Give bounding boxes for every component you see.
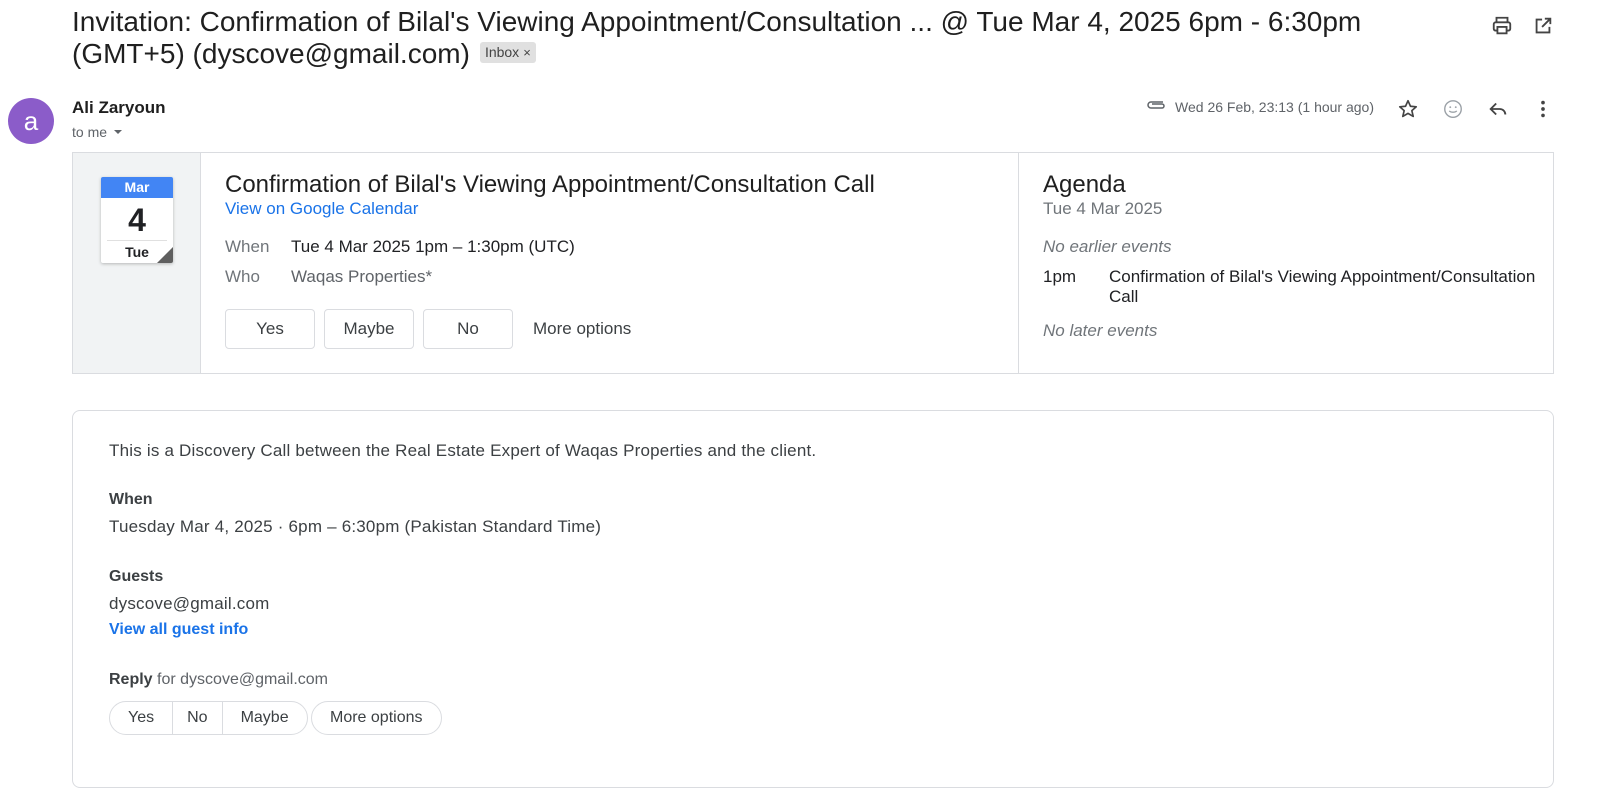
agenda-panel: Agenda Tue 4 Mar 2025 No earlier events …	[1019, 153, 1553, 373]
guests-heading: Guests	[109, 568, 164, 585]
agenda-event-time: 1pm	[1043, 267, 1077, 286]
emoji-icon[interactable]	[1439, 95, 1467, 123]
calendar-date-icon: Mar 4 Tue	[101, 177, 173, 263]
attachment-icon	[1145, 98, 1167, 115]
rsvp-maybe-button[interactable]: Maybe	[324, 309, 414, 349]
more-vert-icon[interactable]	[1529, 95, 1557, 123]
subject-text: Invitation: Confirmation of Bilal's View…	[72, 6, 1362, 69]
event-description: This is a Discovery Call between the Rea…	[109, 441, 817, 460]
guest-email: dyscove@gmail.com	[109, 594, 270, 613]
invite-card: Mar 4 Tue Confirmation of Bilal's Viewin…	[72, 152, 1554, 374]
sender-avatar[interactable]: a	[8, 98, 54, 144]
sender-name[interactable]: Ali Zaryoun	[72, 98, 166, 118]
reply-more-options-button[interactable]: More options	[311, 701, 442, 735]
no-later-events: No later events	[1043, 321, 1158, 340]
email-subject: Invitation: Confirmation of Bilal's View…	[72, 6, 1472, 70]
agenda-title: Agenda	[1043, 171, 1126, 198]
avatar-letter: a	[23, 105, 39, 136]
when-detail: Tuesday Mar 4, 2025 · 6pm – 6:30pm (Paki…	[109, 517, 602, 536]
open-in-new-window-icon[interactable]	[1529, 12, 1557, 40]
when-value: Tue 4 Mar 2025 1pm – 1:30pm (UTC)	[291, 237, 575, 256]
reply-button-group: Yes No Maybe	[109, 701, 308, 735]
invitation-body-card: This is a Discovery Call between the Rea…	[72, 410, 1554, 788]
calendar-icon-column: Mar 4 Tue	[73, 153, 201, 373]
star-icon[interactable]	[1394, 95, 1422, 123]
print-icon[interactable]	[1488, 12, 1516, 40]
reply-no-button[interactable]: No	[173, 702, 223, 734]
recipients-text: to me	[72, 124, 108, 140]
reply-yes-button[interactable]: Yes	[110, 702, 174, 734]
when-label: When	[225, 237, 270, 256]
email-date-group: Wed 26 Feb, 23:13 (1 hour ago)	[1145, 98, 1374, 115]
rsvp-more-options-button[interactable]: More options	[533, 319, 631, 339]
who-label: Who	[225, 267, 260, 286]
chevron-down-icon	[113, 124, 123, 140]
remove-label-icon[interactable]: ×	[523, 45, 531, 60]
inbox-label-chip[interactable]: Inbox ×	[479, 42, 536, 64]
event-title: Confirmation of Bilal's Viewing Appointm…	[225, 171, 875, 198]
no-earlier-events: No earlier events	[1043, 237, 1172, 256]
inbox-label-text: Inbox	[484, 44, 520, 61]
reply-maybe-button[interactable]: Maybe	[223, 702, 307, 734]
calendar-day: 4	[128, 202, 146, 238]
when-heading: When	[109, 491, 153, 508]
calendar-month: Mar	[101, 177, 173, 198]
page-fold-icon	[157, 247, 173, 263]
event-details: Confirmation of Bilal's Viewing Appointm…	[201, 153, 1019, 373]
view-all-guest-info-link[interactable]: View all guest info	[109, 621, 248, 639]
reply-icon[interactable]	[1484, 95, 1512, 123]
rsvp-no-button[interactable]: No	[423, 309, 513, 349]
recipients-dropdown[interactable]: to me	[72, 124, 123, 140]
email-date: Wed 26 Feb, 23:13 (1 hour ago)	[1175, 98, 1374, 115]
agenda-event-title[interactable]: Confirmation of Bilal's Viewing Appointm…	[1109, 267, 1539, 307]
who-value: Waqas Properties*	[291, 267, 433, 286]
rsvp-yes-button[interactable]: Yes	[225, 309, 315, 349]
reply-for-text: for dyscove@gmail.com	[152, 671, 328, 688]
reply-line: Reply for dyscove@gmail.com	[109, 671, 328, 689]
reply-label: Reply	[109, 671, 153, 688]
view-on-google-calendar-link[interactable]: View on Google Calendar	[225, 199, 418, 219]
agenda-date: Tue 4 Mar 2025	[1043, 199, 1163, 218]
